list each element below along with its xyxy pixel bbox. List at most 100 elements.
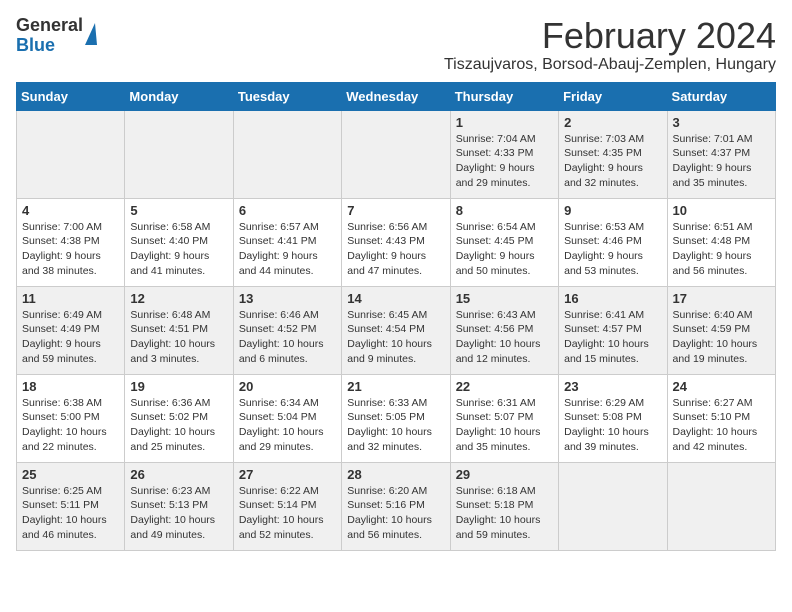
day-info: Sunrise: 7:03 AM Sunset: 4:35 PM Dayligh… (564, 132, 661, 191)
day-info: Sunrise: 6:20 AM Sunset: 5:16 PM Dayligh… (347, 484, 444, 543)
calendar-cell: 28 Sunrise: 6:20 AM Sunset: 5:16 PM Dayli… (342, 462, 450, 550)
weekday-header-wednesday: Wednesday (342, 82, 450, 110)
calendar-week-row: 18Sunrise: 6:38 AM Sunset: 5:00 PM Dayli… (17, 374, 776, 462)
day-info: Sunrise: 6:18 AM Sunset: 5:18 PM Dayligh… (456, 484, 553, 543)
calendar-cell: 9 Sunrise: 6:53 AM Sunset: 4:46 PM Daylig… (559, 198, 667, 286)
day-number: 5 (130, 203, 227, 218)
day-info: Sunrise: 6:53 AM Sunset: 4:46 PM Dayligh… (564, 220, 661, 279)
day-info: Sunrise: 6:31 AM Sunset: 5:07 PM Dayligh… (456, 396, 553, 455)
calendar-cell: 18Sunrise: 6:38 AM Sunset: 5:00 PM Dayli… (17, 374, 125, 462)
day-info: Sunrise: 6:34 AM Sunset: 5:04 PM Dayligh… (239, 396, 336, 455)
calendar-cell (559, 462, 667, 550)
calendar-table: SundayMondayTuesdayWednesdayThursdayFrid… (16, 82, 776, 551)
day-info: Sunrise: 6:23 AM Sunset: 5:13 PM Dayligh… (130, 484, 227, 543)
calendar-week-row: 11 Sunrise: 6:49 AM Sunset: 4:49 PM Dayli… (17, 286, 776, 374)
calendar-cell: 3Sunrise: 7:01 AM Sunset: 4:37 PM Daylig… (667, 110, 775, 198)
day-number: 12 (130, 291, 227, 306)
calendar-cell: 7Sunrise: 6:56 AM Sunset: 4:43 PM Daylig… (342, 198, 450, 286)
calendar-cell: 4 Sunrise: 7:00 AM Sunset: 4:38 PM Daylig… (17, 198, 125, 286)
day-info: Sunrise: 6:54 AM Sunset: 4:45 PM Dayligh… (456, 220, 553, 279)
day-number: 9 (564, 203, 661, 218)
logo: General Blue (16, 16, 97, 56)
calendar-cell: 12 Sunrise: 6:48 AM Sunset: 4:51 PM Dayli… (125, 286, 233, 374)
day-info: Sunrise: 6:51 AM Sunset: 4:48 PM Dayligh… (673, 220, 770, 279)
day-info: Sunrise: 6:40 AM Sunset: 4:59 PM Dayligh… (673, 308, 770, 367)
day-info: Sunrise: 6:49 AM Sunset: 4:49 PM Dayligh… (22, 308, 119, 367)
day-number: 11 (22, 291, 119, 306)
day-info: Sunrise: 7:04 AM Sunset: 4:33 PM Dayligh… (456, 132, 553, 191)
day-number: 26 (130, 467, 227, 482)
calendar-cell: 1Sunrise: 7:04 AM Sunset: 4:33 PM Daylig… (450, 110, 558, 198)
calendar-cell: 27 Sunrise: 6:22 AM Sunset: 5:14 PM Dayli… (233, 462, 341, 550)
day-info: Sunrise: 6:45 AM Sunset: 4:54 PM Dayligh… (347, 308, 444, 367)
calendar-cell: 6 Sunrise: 6:57 AM Sunset: 4:41 PM Daylig… (233, 198, 341, 286)
calendar-week-row: 25 Sunrise: 6:25 AM Sunset: 5:11 PM Dayli… (17, 462, 776, 550)
day-number: 8 (456, 203, 553, 218)
title-section: February 2024 Tiszaujvaros, Borsod-Abauj… (444, 16, 776, 74)
day-number: 6 (239, 203, 336, 218)
logo-general-text: General (16, 16, 83, 36)
day-info: Sunrise: 6:48 AM Sunset: 4:51 PM Dayligh… (130, 308, 227, 367)
calendar-cell (233, 110, 341, 198)
day-number: 4 (22, 203, 119, 218)
day-number: 2 (564, 115, 661, 130)
day-number: 27 (239, 467, 336, 482)
day-number: 25 (22, 467, 119, 482)
day-info: Sunrise: 6:33 AM Sunset: 5:05 PM Dayligh… (347, 396, 444, 455)
calendar-cell: 8 Sunrise: 6:54 AM Sunset: 4:45 PM Daylig… (450, 198, 558, 286)
weekday-header-saturday: Saturday (667, 82, 775, 110)
day-info: Sunrise: 6:57 AM Sunset: 4:41 PM Dayligh… (239, 220, 336, 279)
calendar-cell: 14 Sunrise: 6:45 AM Sunset: 4:54 PM Dayli… (342, 286, 450, 374)
day-info: Sunrise: 7:00 AM Sunset: 4:38 PM Dayligh… (22, 220, 119, 279)
calendar-cell: 20Sunrise: 6:34 AM Sunset: 5:04 PM Dayli… (233, 374, 341, 462)
day-number: 22 (456, 379, 553, 394)
calendar-cell: 21 Sunrise: 6:33 AM Sunset: 5:05 PM Dayli… (342, 374, 450, 462)
calendar-cell: 15 Sunrise: 6:43 AM Sunset: 4:56 PM Dayli… (450, 286, 558, 374)
month-title: February 2024 (444, 16, 776, 56)
calendar-cell: 26 Sunrise: 6:23 AM Sunset: 5:13 PM Dayli… (125, 462, 233, 550)
calendar-cell: 13Sunrise: 6:46 AM Sunset: 4:52 PM Dayli… (233, 286, 341, 374)
calendar-week-row: 1Sunrise: 7:04 AM Sunset: 4:33 PM Daylig… (17, 110, 776, 198)
calendar-cell: 10 Sunrise: 6:51 AM Sunset: 4:48 PM Dayli… (667, 198, 775, 286)
calendar-week-row: 4 Sunrise: 7:00 AM Sunset: 4:38 PM Daylig… (17, 198, 776, 286)
weekday-header-sunday: Sunday (17, 82, 125, 110)
day-number: 21 (347, 379, 444, 394)
weekday-header-monday: Monday (125, 82, 233, 110)
logo-blue-text: Blue (16, 36, 83, 56)
day-number: 18 (22, 379, 119, 394)
day-info: Sunrise: 6:58 AM Sunset: 4:40 PM Dayligh… (130, 220, 227, 279)
day-info: Sunrise: 6:25 AM Sunset: 5:11 PM Dayligh… (22, 484, 119, 543)
day-info: Sunrise: 6:29 AM Sunset: 5:08 PM Dayligh… (564, 396, 661, 455)
calendar-cell (125, 110, 233, 198)
calendar-header-row: SundayMondayTuesdayWednesdayThursdayFrid… (17, 82, 776, 110)
day-number: 14 (347, 291, 444, 306)
calendar-cell (342, 110, 450, 198)
day-number: 15 (456, 291, 553, 306)
day-info: Sunrise: 6:22 AM Sunset: 5:14 PM Dayligh… (239, 484, 336, 543)
calendar-cell (17, 110, 125, 198)
day-number: 16 (564, 291, 661, 306)
day-info: Sunrise: 6:41 AM Sunset: 4:57 PM Dayligh… (564, 308, 661, 367)
calendar-cell: 23 Sunrise: 6:29 AM Sunset: 5:08 PM Dayli… (559, 374, 667, 462)
day-number: 19 (130, 379, 227, 394)
day-number: 13 (239, 291, 336, 306)
calendar-cell: 11 Sunrise: 6:49 AM Sunset: 4:49 PM Dayli… (17, 286, 125, 374)
day-number: 28 (347, 467, 444, 482)
calendar-cell: 19 Sunrise: 6:36 AM Sunset: 5:02 PM Dayli… (125, 374, 233, 462)
logo-triangle-icon (85, 23, 97, 45)
day-number: 23 (564, 379, 661, 394)
day-number: 10 (673, 203, 770, 218)
day-number: 3 (673, 115, 770, 130)
calendar-cell: 17Sunrise: 6:40 AM Sunset: 4:59 PM Dayli… (667, 286, 775, 374)
calendar-cell (667, 462, 775, 550)
day-number: 7 (347, 203, 444, 218)
day-info: Sunrise: 6:43 AM Sunset: 4:56 PM Dayligh… (456, 308, 553, 367)
calendar-cell: 16 Sunrise: 6:41 AM Sunset: 4:57 PM Dayli… (559, 286, 667, 374)
calendar-cell: 24Sunrise: 6:27 AM Sunset: 5:10 PM Dayli… (667, 374, 775, 462)
day-info: Sunrise: 6:27 AM Sunset: 5:10 PM Dayligh… (673, 396, 770, 455)
day-info: Sunrise: 6:36 AM Sunset: 5:02 PM Dayligh… (130, 396, 227, 455)
page-header: General Blue February 2024 Tiszaujvaros,… (16, 16, 776, 74)
weekday-header-tuesday: Tuesday (233, 82, 341, 110)
location-title: Tiszaujvaros, Borsod-Abauj-Zemplen, Hung… (444, 56, 776, 74)
calendar-cell: 29Sunrise: 6:18 AM Sunset: 5:18 PM Dayli… (450, 462, 558, 550)
